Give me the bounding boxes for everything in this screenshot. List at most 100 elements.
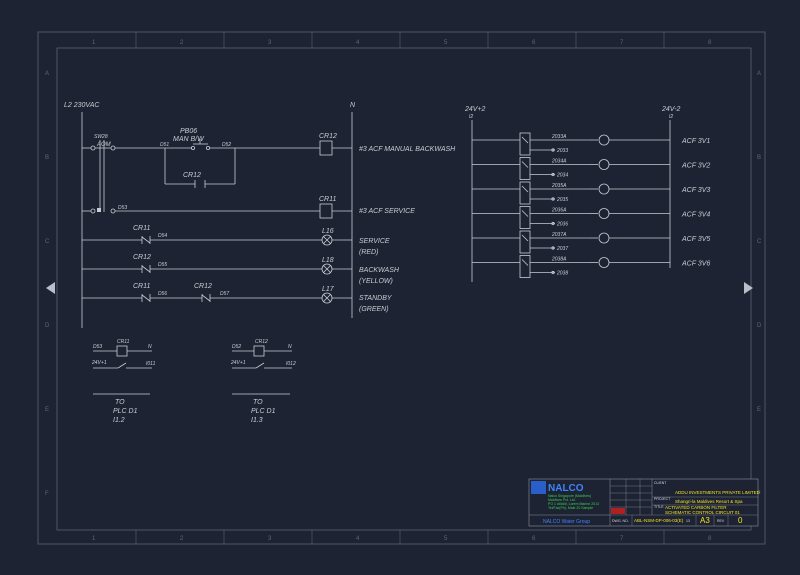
plc1-to: TO (115, 399, 125, 406)
zone-label-top: 7 (620, 40, 624, 46)
zone-label-top: 6 (532, 40, 536, 46)
zone-label-top: 1 (92, 40, 96, 46)
plc1-supply: 24V+1 (91, 360, 107, 366)
client-label: CLIENT (654, 481, 667, 485)
rung5-color: (GREEN) (359, 306, 389, 313)
wire-label-a: 2034A (551, 159, 567, 165)
zone-label-left: F (45, 491, 49, 497)
contact-cr12-r5 (201, 294, 211, 302)
wire-label-a: 2038A (551, 257, 567, 263)
plc-circuit-1: D53 CR11 N 24V+1 I011 TO PLC D1 I1.2 (91, 339, 156, 424)
relay-contact-box (519, 255, 531, 278)
project-label: PROJECT (654, 497, 671, 501)
nalco-logo-mark (531, 481, 546, 494)
rung4-color: (YELLOW) (359, 278, 393, 285)
relay-contact-box (519, 181, 531, 205)
plc1-addr: I1.2 (113, 417, 125, 424)
plc1-plc: PLC D1 (113, 408, 138, 415)
selector-label: AOM (96, 142, 111, 148)
right-rail-label: N (350, 102, 356, 109)
output-label: ACF 3V3 (681, 187, 710, 194)
zone-label-top: 3 (268, 40, 272, 46)
indicator-lamp (598, 159, 610, 170)
relay-contact-box (519, 132, 531, 156)
rung4-contact-label: CR12 (133, 254, 151, 261)
inner-frame (56, 47, 752, 531)
rung5-contact1-label: CR11 (133, 283, 150, 290)
dc-bus-right-ref: I2 (669, 114, 673, 120)
rung3-color: (RED) (359, 249, 378, 256)
dc-bus-right-label: 24V-2 (661, 106, 681, 113)
indicator-lamp (598, 183, 610, 195)
wire-label-b: 2033 (556, 148, 568, 154)
wire-label-b: 2034 (556, 173, 568, 179)
plc2-output: I012 (286, 361, 296, 367)
next-sheet-arrow-icon[interactable] (744, 282, 753, 294)
plc2-plc: PLC D1 (251, 408, 276, 415)
zone-label-left: A (45, 71, 49, 77)
wire-d55: D55 (158, 262, 167, 268)
output-label: ACF 3V6 (681, 261, 710, 268)
plc2-wire: D52 (232, 344, 241, 350)
dc-output-row: 2034A 2034 ACF 3V2 (472, 157, 710, 180)
revision-number: 0 (738, 516, 743, 525)
paper-size: A3 (700, 516, 710, 525)
zone-label-right: A (757, 71, 761, 77)
wire-d54: D54 (158, 233, 167, 239)
zone-label-bottom: 1 (92, 536, 96, 542)
dwg-number: ABL-NSM-DP-006-03(E) (634, 518, 684, 523)
schematic-drawing: 1122334455667788A AB BC CD DE EF F L2 230VAC N… (37, 31, 766, 545)
zone-label-bottom: 4 (356, 536, 360, 542)
wire-d51: D51 (160, 142, 169, 148)
contact-cr11-r3 (141, 236, 151, 244)
zone-label-right: C (757, 239, 762, 245)
wire-d56: D56 (158, 291, 167, 297)
relay-contact-box (519, 206, 531, 229)
dwg-no-label: DWG. NO. (612, 519, 629, 523)
dc-bus-left-label: 24V+2 (464, 106, 486, 113)
plc2-addr: I1.3 (251, 417, 263, 424)
dc-output-row: 2038A 2038 ACF 3V6 (472, 255, 710, 278)
plc-circuit-2: D52 CR12 N 24V+1 I012 TO PLC D1 I1.3 (230, 339, 296, 424)
zone-label-right: E (757, 407, 761, 413)
plc2-to: TO (253, 399, 263, 406)
indicator-lamp (598, 257, 610, 268)
wire-d53: D53 (118, 205, 127, 211)
project-name: Shangri-la Maldives Resort & Spa (675, 499, 743, 504)
wire-d52: D52 (222, 142, 231, 148)
dc-bus-left-ref: I2 (469, 114, 473, 120)
coil-cr12-label: CR12 (319, 133, 337, 140)
wire-d57: D57 (220, 291, 229, 297)
zone-label-bottom: 3 (268, 536, 272, 542)
zone-label-left: C (45, 239, 50, 245)
wire-label-a: 2035A (551, 183, 567, 189)
wire-label-a: 2036A (551, 208, 567, 214)
rung5-contact2-label: CR12 (194, 283, 212, 290)
client-name: ADDU INVESTMENTS PRIVATE LIMITED (675, 490, 761, 495)
lamp-l16 (321, 234, 333, 246)
lamp-l17 (321, 292, 333, 304)
zone-label-bottom: 8 (708, 536, 712, 542)
nalco-logo: NALCO (548, 483, 584, 494)
zone-labels: 1122334455667788A AB BC CD DE EF F (45, 32, 762, 544)
plc1-output: I011 (146, 361, 156, 367)
dc-output-row: 2033A 2033 ACF 3V1 (472, 132, 710, 156)
zone-label-left: D (45, 323, 50, 329)
plc1-n: N (148, 344, 152, 350)
plc2-coil: CR12 (255, 339, 268, 345)
indicator-lamp (598, 208, 610, 219)
relay-contact-box (519, 230, 531, 254)
rung1-description: #3 ACF MANUAL BACKWASH (359, 146, 456, 153)
wire-label-a: 2033A (551, 134, 567, 140)
lamp-l17-label: L17 (322, 286, 335, 293)
coil-cr12 (319, 140, 333, 156)
wire-label-b: 2036 (556, 222, 568, 228)
coil-cr11 (319, 203, 333, 219)
hold-contact-symbol (194, 180, 206, 188)
wire-label-b: 2038 (556, 271, 568, 277)
output-label: ACF 3V1 (681, 138, 710, 145)
plc1-coil: CR11 (117, 339, 130, 345)
previous-sheet-arrow-icon[interactable] (46, 282, 55, 294)
zone-label-left: E (45, 407, 49, 413)
dc-output-rows: 2033A2033ACF 3V12034A2034ACF 3V22035A203… (472, 132, 710, 278)
